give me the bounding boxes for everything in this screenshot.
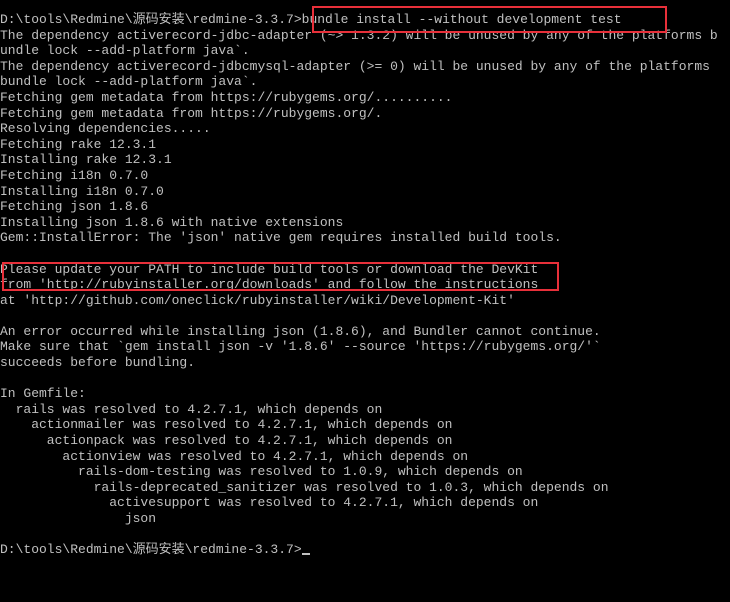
console-line: D:\tools\Redmine\源码安装\redmine-3.3.7>: [0, 542, 730, 558]
console-line: Fetching gem metadata from https://rubyg…: [0, 89, 453, 105]
console-line: Installing rake 12.3.1: [0, 152, 172, 168]
console-line: succeeds before bundling.: [0, 355, 196, 371]
console-line: Fetching i18n 0.7.0: [0, 167, 149, 183]
console-line: rails-dom-testing was resolved to 1.0.9,…: [0, 464, 523, 480]
console-line: In Gemfile:: [0, 386, 86, 402]
console-line: Make sure that `gem install json -v '1.8…: [0, 339, 601, 355]
text-cursor: [301, 553, 310, 556]
console-line: Please update your PATH to include build…: [0, 261, 539, 277]
console-line: Fetching rake 12.3.1: [0, 136, 157, 152]
console-window[interactable]: D:\tools\Redmine\源码安装\redmine-3.3.7> bund…: [0, 0, 730, 602]
console-line: actionmailer was resolved to 4.2.7.1, wh…: [0, 417, 453, 433]
console-line: Fetching json 1.8.6: [0, 199, 149, 215]
console-line: undle lock --add-platform java`.: [0, 43, 250, 59]
console-line: at 'http://github.com/oneclick/rubyinsta…: [0, 292, 515, 308]
console-line: actionpack was resolved to 4.2.7.1, whic…: [0, 433, 453, 449]
console-line: actionview was resolved to 4.2.7.1, whic…: [0, 448, 469, 464]
console-line: Installing json 1.8.6 with native extens…: [0, 214, 344, 230]
console-output: D:\tools\Redmine\源码安装\redmine-3.3.7> bund…: [0, 12, 730, 558]
console-line: Fetching gem metadata from https://rubyg…: [0, 105, 383, 121]
console-line: from 'http://rubyinstaller.org/downloads…: [0, 277, 539, 293]
console-line: bundle lock --add-platform java`.: [0, 74, 258, 90]
console-line: Resolving dependencies.....: [0, 121, 211, 137]
console-line: The dependency activerecord-jdbc-adapter…: [0, 27, 718, 43]
console-line: An error occurred while installing json …: [0, 323, 601, 339]
console-line: The dependency activerecord-jdbcmysql-ad…: [0, 58, 710, 74]
console-line: D:\tools\Redmine\源码安装\redmine-3.3.7>bund…: [0, 12, 622, 27]
console-line: Gem::InstallError: The 'json' native gem…: [0, 230, 562, 246]
console-line: Installing i18n 0.7.0: [0, 183, 164, 199]
console-line: json: [0, 511, 157, 526]
console-line: activesupport was resolved to 4.2.7.1, w…: [0, 495, 539, 511]
console-line: rails was resolved to 4.2.7.1, which dep…: [0, 401, 383, 417]
console-line: rails-deprecated_sanitizer was resolved …: [0, 479, 609, 495]
